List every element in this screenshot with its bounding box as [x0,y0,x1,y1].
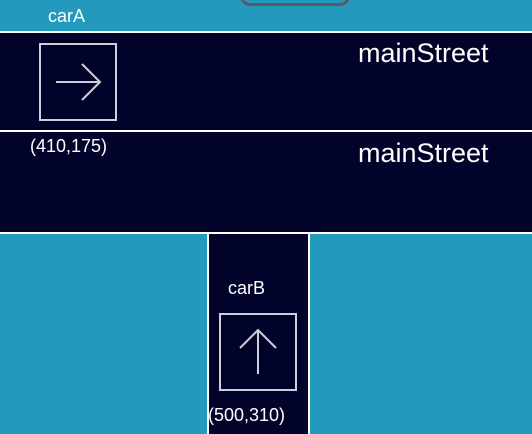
car-b[interactable] [219,313,297,391]
car-b-name: carB [228,278,266,298]
right-arrow-icon [56,63,102,101]
street-label-upper: mainStreet [358,38,489,68]
car-a-name: carA [48,6,86,26]
map-canvas: mainStreet mainStreet carA (410,175) car… [0,0,532,434]
car-b-coords: (500,310) [208,405,286,425]
top-control-handle[interactable] [240,0,350,6]
car-a-coords: (410,175) [30,136,108,156]
up-arrow-icon [239,328,277,374]
street-label-lower: mainStreet [358,138,489,168]
car-a[interactable] [39,43,117,121]
